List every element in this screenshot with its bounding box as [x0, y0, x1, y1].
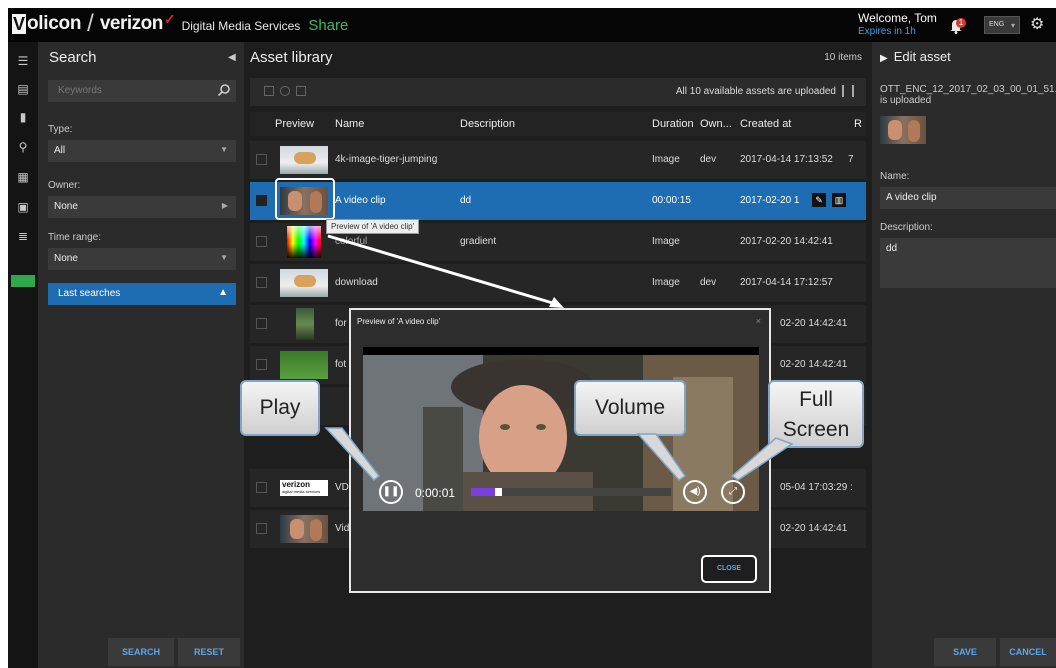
app-window: V olicon / verizon ✓ Digital Media Servi… [8, 8, 1056, 668]
play-callout-pointer [324, 427, 381, 482]
fullscreen-callout-pointer [730, 437, 794, 481]
volume-callout-pointer [636, 433, 687, 481]
callout-pointer-layer [324, 427, 794, 482]
